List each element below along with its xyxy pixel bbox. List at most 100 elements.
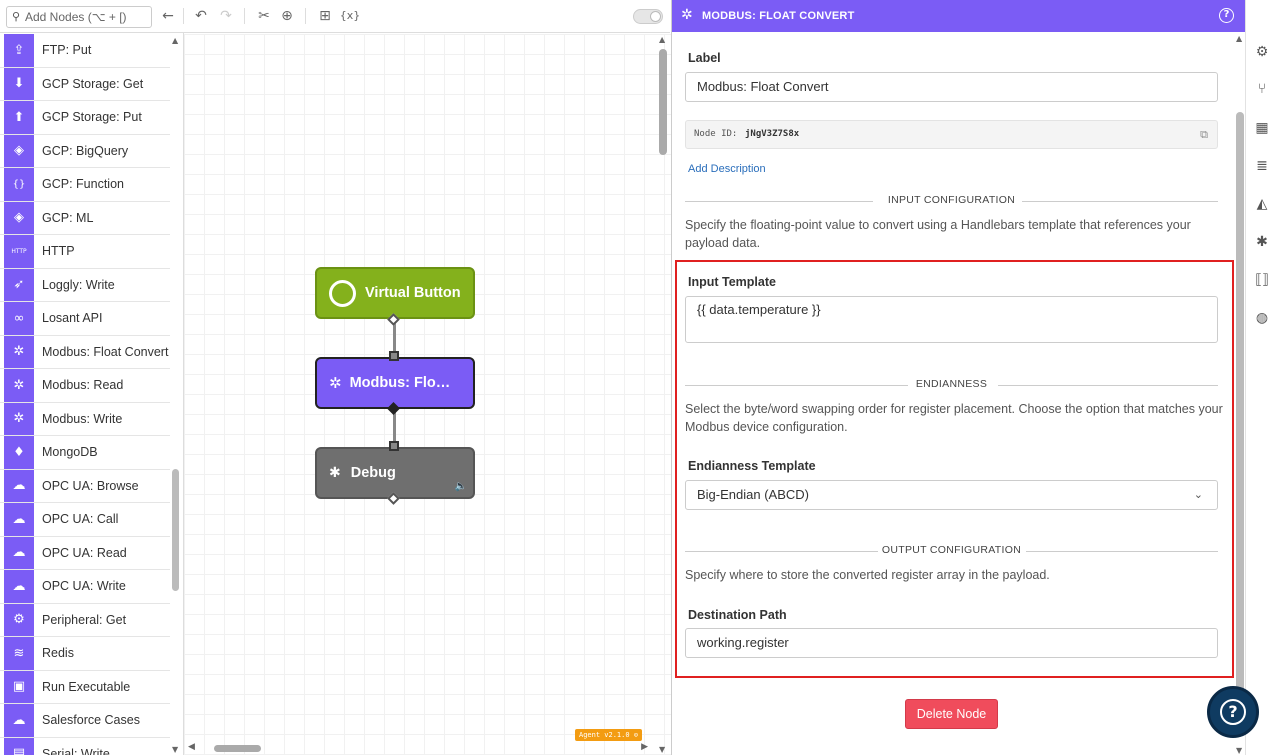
add-comment-icon[interactable]: ⊞ xyxy=(316,7,334,25)
node-palette: ⇪ FTP: Put ⬇ GCP Storage: Get ⬆ GCP Storage: … xyxy=(0,0,184,755)
list-item[interactable]: ◈ GCP: BigQuery xyxy=(0,134,170,168)
endianness-select[interactable]: Big-Endian (ABCD) ⌄ xyxy=(685,480,1218,510)
toggle-knob xyxy=(650,11,661,22)
globe-icon[interactable]: ◍ xyxy=(1253,309,1271,327)
node-type-label: Salesforce Cases xyxy=(42,713,140,727)
debug-node[interactable]: ✱ Debug 🔈 xyxy=(315,447,475,499)
cut-icon[interactable]: ✂ xyxy=(255,7,273,25)
list-item[interactable]: ✲ Modbus: Write xyxy=(0,402,170,436)
toolbar-divider xyxy=(183,8,184,24)
database-icon[interactable]: ≣ xyxy=(1253,157,1271,175)
scrollbar-thumb[interactable] xyxy=(659,49,667,155)
panel-title: MODBUS: FLOAT CONVERT xyxy=(702,10,855,22)
live-toggle[interactable] xyxy=(633,9,663,24)
list-item[interactable]: {} GCP: Function xyxy=(0,168,170,202)
gear-icon[interactable]: ⚙ xyxy=(1253,43,1271,61)
node-label: Virtual Button xyxy=(365,285,461,301)
modbus-float-convert-node[interactable]: ✲ Modbus: Flo… xyxy=(315,357,475,409)
destination-path-label: Destination Path xyxy=(688,608,787,622)
list-item[interactable]: ⬆ GCP Storage: Put xyxy=(0,101,170,135)
section-title-text: OUTPUT CONFIGURATION xyxy=(881,544,1022,556)
chart-icon[interactable]: ◭ xyxy=(1253,195,1271,213)
collapse-palette-icon[interactable]: ← xyxy=(160,7,176,25)
scroll-up-arrow-icon[interactable]: ▲ xyxy=(1236,34,1242,43)
workflow-canvas[interactable]: Virtual Button ✲ Modbus: Flo… ✱ Debug 🔈 … xyxy=(184,34,671,755)
input-template-textarea[interactable]: {{ data.temperature }} xyxy=(685,296,1218,343)
scroll-down-arrow-icon[interactable]: ▼ xyxy=(1236,746,1242,755)
scrollbar-thumb[interactable] xyxy=(214,745,261,752)
virtual-button-node[interactable]: Virtual Button xyxy=(315,267,475,319)
list-item[interactable]: ☁ Salesforce Cases xyxy=(0,704,170,738)
list-item[interactable]: ☁ OPC UA: Browse xyxy=(0,469,170,503)
delete-node-button[interactable]: Delete Node xyxy=(905,699,998,729)
add-nodes-input[interactable] xyxy=(25,9,149,25)
scroll-right-arrow-icon[interactable]: ▶ xyxy=(641,742,648,752)
scroll-left-arrow-icon[interactable]: ◀ xyxy=(188,742,195,752)
node-type-label: HTTP xyxy=(42,244,75,258)
node-type-icon: ⚙ xyxy=(4,603,34,636)
code-icon[interactable]: ⟦⟧ xyxy=(1253,271,1271,289)
node-type-label: Loggly: Write xyxy=(42,277,115,292)
list-item[interactable]: ☁ OPC UA: Write xyxy=(0,570,170,604)
chip-icon[interactable]: ▦ xyxy=(1253,119,1271,137)
list-item[interactable]: ∞ Losant API xyxy=(0,302,170,336)
node-type-label: Modbus: Float Convert xyxy=(42,344,169,359)
node-type-label: Run Executable xyxy=(42,679,131,694)
help-icon[interactable]: ? xyxy=(1219,8,1234,23)
node-type-icon: ✲ xyxy=(4,369,34,402)
toolbar-divider xyxy=(305,8,306,24)
list-item[interactable]: ☁ OPC UA: Call xyxy=(0,503,170,537)
scroll-up-arrow-icon[interactable]: ▲ xyxy=(659,35,665,44)
node-type-icon: ⬆ xyxy=(4,101,34,134)
node-list: ⇪ FTP: Put ⬇ GCP Storage: Get ⬆ GCP Storage: … xyxy=(0,34,170,755)
destination-path-input[interactable]: working.register xyxy=(685,628,1218,658)
list-item[interactable]: ✲ Modbus: Read xyxy=(0,369,170,403)
chevron-down-icon: ⌄ xyxy=(1193,489,1203,501)
list-item[interactable]: ⇪ FTP: Put xyxy=(0,34,170,68)
node-type-icon: ➶ xyxy=(4,268,34,301)
node-type-label: GCP Storage: Get xyxy=(42,76,144,91)
list-item[interactable]: ▤ Serial: Write xyxy=(0,737,170,755)
help-fab-button[interactable]: ? xyxy=(1207,686,1259,738)
list-item[interactable]: ➶ Loggly: Write xyxy=(0,268,170,302)
list-item[interactable]: ▣ Run Executable xyxy=(0,670,170,704)
bug-icon: ✱ xyxy=(329,465,341,481)
scroll-up-arrow-icon[interactable]: ▲ xyxy=(172,36,178,45)
branch-icon[interactable]: ⑂ xyxy=(1253,80,1271,98)
list-item[interactable]: ✲ Modbus: Float Convert xyxy=(0,335,170,369)
scroll-down-arrow-icon[interactable]: ▼ xyxy=(172,745,178,754)
list-item[interactable]: ♦ MongoDB xyxy=(0,436,170,470)
scrollbar-thumb[interactable] xyxy=(1236,112,1244,717)
panel-body: Label Modbus: Float Convert Node ID: jNg… xyxy=(672,32,1234,755)
list-item[interactable]: ⚙ Peripheral: Get xyxy=(0,603,170,637)
list-item[interactable]: ◈ GCP: ML xyxy=(0,201,170,235)
input-port[interactable] xyxy=(389,351,399,361)
list-item[interactable]: HTTP HTTP xyxy=(0,235,170,269)
add-nodes-search[interactable]: ⚲ xyxy=(6,6,152,28)
canvas-horizontal-scrollbar[interactable]: ◀ ▶ xyxy=(184,741,656,755)
list-item[interactable]: ⬇ GCP Storage: Get xyxy=(0,67,170,101)
undo-icon[interactable]: ↶ xyxy=(192,7,210,25)
node-type-icon: ∞ xyxy=(4,302,34,335)
node-type-icon: ✲ xyxy=(4,335,34,368)
scroll-down-arrow-icon[interactable]: ▼ xyxy=(659,745,665,754)
bug-icon[interactable]: ✱ xyxy=(1253,233,1271,251)
node-type-label: Modbus: Read xyxy=(42,378,124,392)
endianness-section-title: ENDIANNESS xyxy=(685,378,1218,392)
label-input[interactable]: Modbus: Float Convert xyxy=(685,72,1218,102)
zoom-icon[interactable]: ⊕ xyxy=(278,7,296,25)
palette-scrollbar[interactable]: ▲ ▼ xyxy=(170,34,182,755)
canvas-vertical-scrollbar[interactable]: ▲ ▼ xyxy=(658,34,668,754)
add-description-link[interactable]: Add Description xyxy=(688,163,766,175)
copy-icon[interactable]: ⧉ xyxy=(1200,128,1208,142)
list-item[interactable]: ☁ OPC UA: Read xyxy=(0,536,170,570)
section-title-text: ENDIANNESS xyxy=(915,378,988,390)
redo-icon[interactable]: ↷ xyxy=(217,7,235,25)
speaker-icon[interactable]: 🔈 xyxy=(455,481,467,492)
node-type-icon: HTTP xyxy=(4,235,34,268)
variables-icon[interactable]: {x} xyxy=(339,7,361,25)
endianness-selected-value: Big-Endian (ABCD) xyxy=(697,487,809,502)
list-item[interactable]: ≋ Redis xyxy=(0,637,170,671)
input-port[interactable] xyxy=(389,441,399,451)
scrollbar-thumb[interactable] xyxy=(172,469,179,591)
